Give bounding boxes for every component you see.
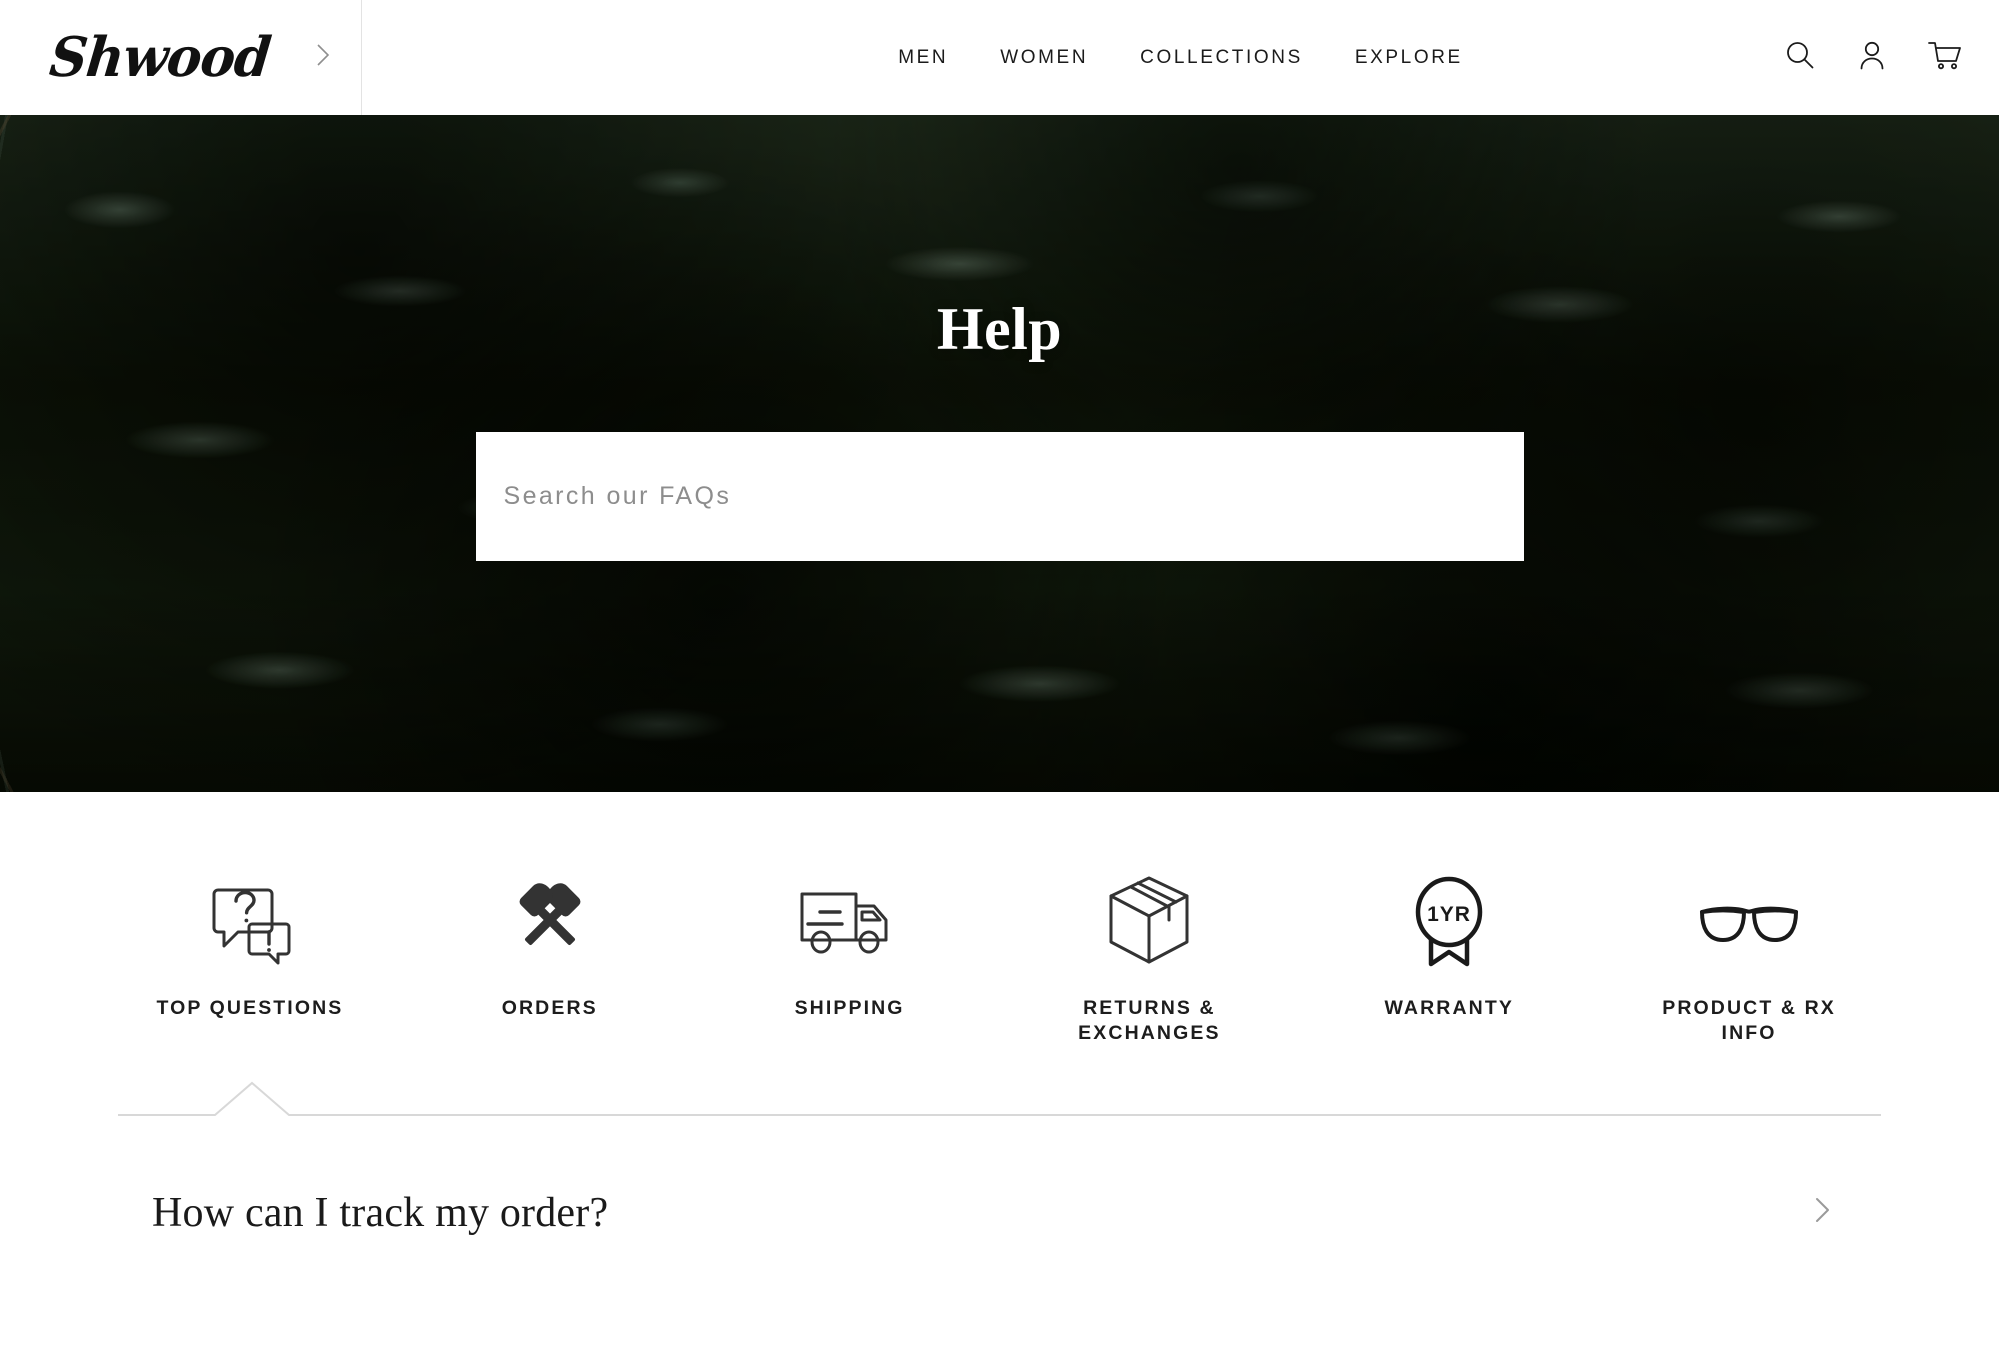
chevron-right-icon[interactable] [313,39,333,76]
faq-list: How can I track my order? [0,1117,1999,1237]
nav-item-collections[interactable]: COLLECTIONS [1140,47,1303,69]
shipping-box-icon [1101,866,1197,974]
faq-item[interactable]: How can I track my order? [152,1117,1847,1237]
account-icon[interactable] [1855,38,1889,77]
category-label: RETURNS & EXCHANGES [1078,997,1221,1044]
brand-zone: Shwood [0,0,362,115]
tab-rule-line [118,1081,1881,1117]
site-logo[interactable]: Shwood [47,25,274,89]
category-tab-warranty[interactable]: 1YR WARRANTY [1299,866,1599,1021]
help-categories: TOP QUESTIONS ORDERS SHIPPING RETURNS & … [0,792,1999,1046]
category-tab-top-questions[interactable]: TOP QUESTIONS [100,866,400,1021]
help-categories-section: TOP QUESTIONS ORDERS SHIPPING RETURNS & … [0,792,1999,1117]
category-tab-orders[interactable]: ORDERS [400,866,700,1021]
sunglasses-icon [1694,866,1804,974]
warranty-badge-text: 1YR [1427,903,1471,926]
category-label: WARRANTY [1384,997,1514,1019]
category-label: PRODUCT & RX INFO [1662,997,1836,1044]
hero-banner: Help [0,115,1999,792]
active-tab-indicator-rule [118,1081,1881,1117]
category-label: TOP QUESTIONS [156,997,344,1019]
main-navigation: MEN WOMEN COLLECTIONS EXPLORE [362,47,1999,69]
site-header: Shwood MEN WOMEN COLLECTIONS EXPLORE [0,0,1999,115]
category-label: ORDERS [501,997,598,1019]
chevron-right-icon[interactable] [1811,1193,1833,1232]
nav-item-explore[interactable]: EXPLORE [1355,47,1463,69]
crossed-axes-icon [502,866,598,974]
category-tab-product-rx-info[interactable]: PRODUCT & RX INFO [1599,866,1899,1046]
faq-question: How can I track my order? [152,1189,609,1236]
search-icon[interactable] [1783,38,1817,77]
utility-navigation [1783,0,1963,115]
question-exclamation-speech-bubbles-icon [202,866,298,974]
category-tab-shipping[interactable]: SHIPPING [700,866,1000,1021]
cart-icon[interactable] [1927,38,1963,77]
search-input[interactable] [475,432,1524,561]
delivery-truck-icon [796,866,904,974]
category-tab-returns-exchanges[interactable]: RETURNS & EXCHANGES [999,866,1299,1046]
faq-search-box[interactable] [475,432,1524,561]
nav-item-women[interactable]: WOMEN [1000,47,1088,69]
category-label: SHIPPING [794,997,905,1019]
warranty-badge-1yr-icon: 1YR [1403,866,1495,974]
nav-item-men[interactable]: MEN [898,47,948,69]
page-title: Help [936,296,1063,362]
